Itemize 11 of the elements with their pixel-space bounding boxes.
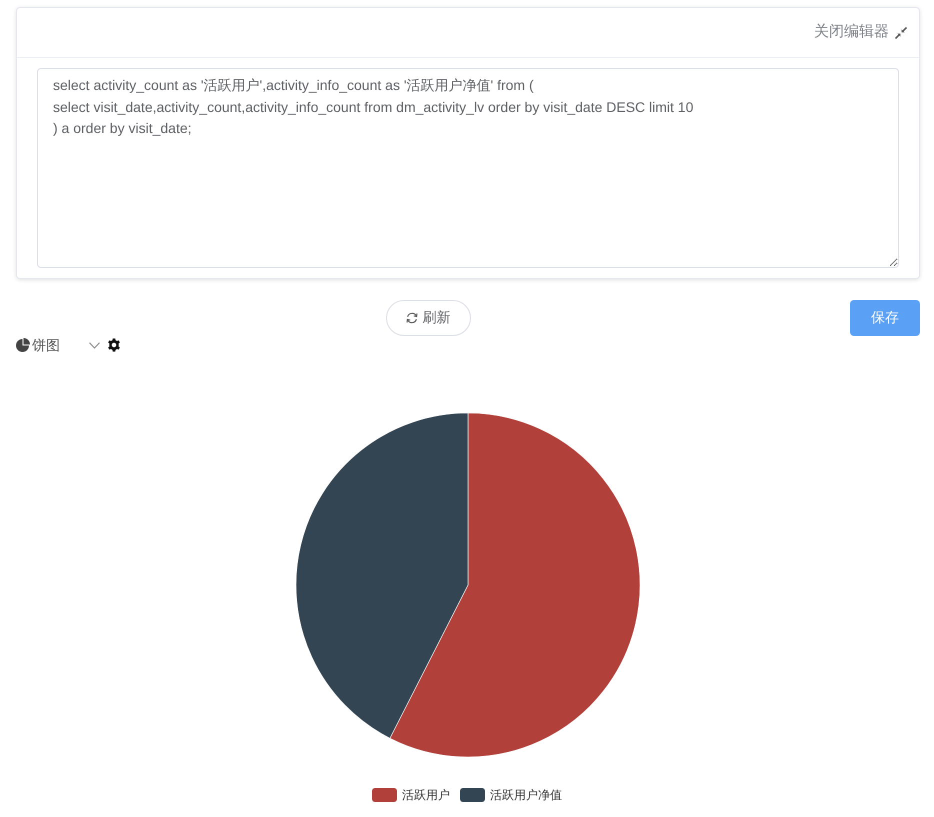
legend-label: 活跃用户 bbox=[402, 787, 450, 804]
close-editor-button[interactable]: 关闭编辑器 bbox=[814, 21, 907, 44]
compress-icon bbox=[895, 26, 907, 38]
legend-label: 活跃用户净值 bbox=[490, 787, 562, 804]
pie-chart-icon bbox=[16, 338, 30, 352]
settings-icon[interactable] bbox=[107, 338, 121, 352]
chart-type-select[interactable]: 饼图 bbox=[16, 334, 100, 356]
sql-editor-field[interactable]: select activity_count as '活跃用户',activity_info_count as '活跃用户净值' from ( select visit_date,activity_count,activity_info_count from dm_activity_lv order by visit_date DESC limit 10 ) a order by visit_date; bbox=[37, 68, 899, 268]
refresh-button[interactable]: 刷新 bbox=[386, 300, 470, 336]
chevron-down-icon bbox=[89, 342, 100, 348]
refresh-icon bbox=[406, 312, 418, 324]
